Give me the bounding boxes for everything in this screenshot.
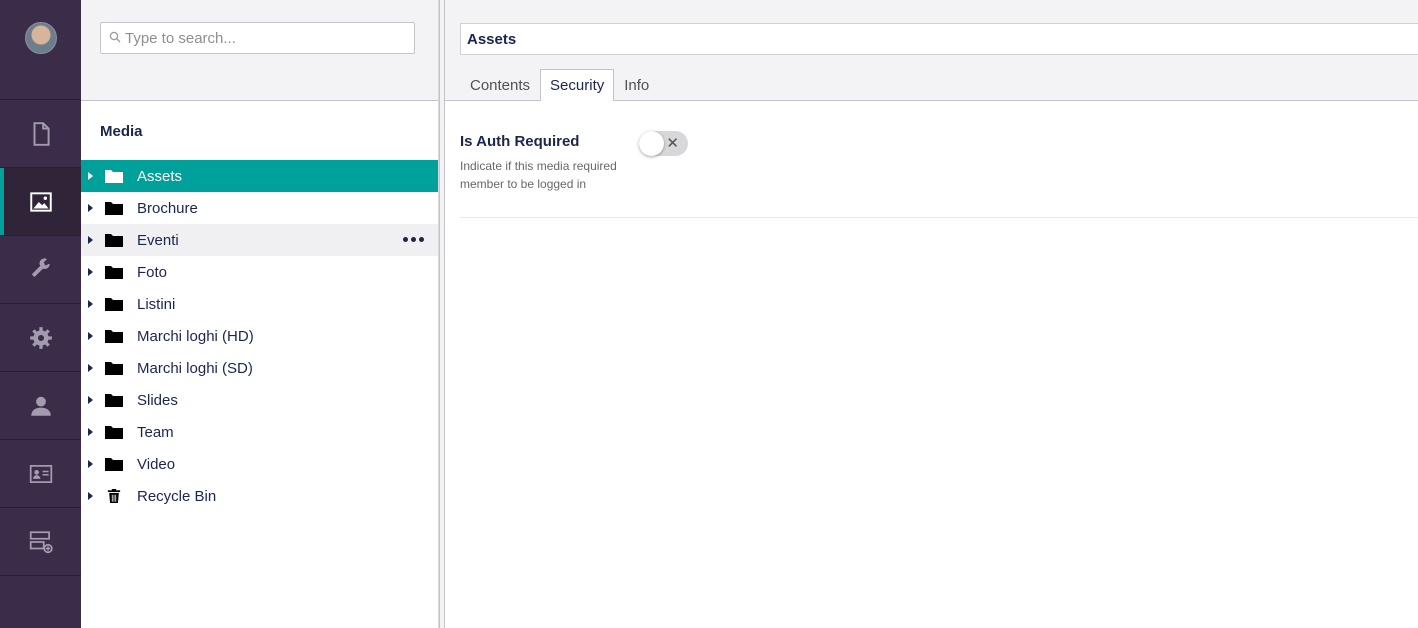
document-icon xyxy=(33,121,50,146)
property-label: Is Auth Required xyxy=(460,133,580,150)
avatar-container xyxy=(0,0,81,100)
gear-icon xyxy=(29,326,52,349)
tree-item-marchi-loghi-sd[interactable]: Marchi loghi (SD) xyxy=(81,352,438,384)
wrench-icon xyxy=(31,257,50,277)
media-name-input[interactable] xyxy=(460,23,1418,55)
nav-packages[interactable] xyxy=(0,304,81,372)
tree-item-label: Brochure xyxy=(137,199,198,217)
nav-users[interactable] xyxy=(0,372,81,440)
expand-caret-icon[interactable] xyxy=(88,300,93,308)
auth-required-toggle[interactable]: ✕ xyxy=(639,131,688,156)
tree-item-label: Video xyxy=(137,455,176,473)
tree-item-label: Marchi loghi (HD) xyxy=(137,327,254,345)
avatar[interactable] xyxy=(24,22,57,54)
folder-icon xyxy=(105,266,123,279)
expand-caret-icon[interactable] xyxy=(88,492,93,500)
editor-tabs: Contents Security Info xyxy=(460,69,659,101)
folder-icon xyxy=(105,394,123,407)
editor-panel: Contents Security Info Is Auth Required … xyxy=(445,0,1418,628)
nav-content[interactable] xyxy=(0,100,81,168)
trash-icon xyxy=(107,489,121,503)
tab-security[interactable]: Security xyxy=(540,69,615,101)
tree-item-marchi-loghi-hd[interactable]: Marchi loghi (HD) xyxy=(81,320,438,352)
nav-settings[interactable] xyxy=(0,236,81,304)
expand-caret-icon[interactable] xyxy=(88,396,93,404)
expand-caret-icon[interactable] xyxy=(88,364,93,372)
expand-caret-icon[interactable] xyxy=(88,172,93,180)
expand-caret-icon[interactable] xyxy=(88,428,93,436)
tree-item-foto[interactable]: Foto xyxy=(81,256,438,288)
expand-caret-icon[interactable] xyxy=(88,460,93,468)
tree-item-label: Recycle Bin xyxy=(137,487,217,505)
tree-item-slides[interactable]: Slides xyxy=(81,384,438,416)
folder-icon xyxy=(105,362,123,375)
tree-item-assets[interactable]: Assets xyxy=(81,160,438,192)
id-card-icon xyxy=(29,464,52,483)
tree-item-video[interactable]: Video xyxy=(81,448,438,480)
tree-item-recycle-bin[interactable]: Recycle Bin xyxy=(81,480,438,512)
property-is-auth-required: Is Auth Required Indicate if this media … xyxy=(460,101,1418,218)
close-icon: ✕ xyxy=(666,135,679,152)
nav-media[interactable] xyxy=(0,168,81,236)
tree-item-label: Assets xyxy=(137,167,183,185)
expand-caret-icon[interactable] xyxy=(88,332,93,340)
form-icon xyxy=(29,530,53,553)
app-root: Media Assets Brochure Eventi Foto Listin… xyxy=(0,0,1418,628)
folder-icon xyxy=(105,330,123,343)
section-nav xyxy=(0,0,81,628)
tree-item-label: Slides xyxy=(137,391,178,409)
more-actions-icon[interactable] xyxy=(403,237,424,242)
tree-item-brochure[interactable]: Brochure xyxy=(81,192,438,224)
tree-item-eventi[interactable]: Eventi xyxy=(81,224,438,256)
image-icon xyxy=(29,191,52,212)
toggle-knob xyxy=(639,131,664,156)
search-input[interactable] xyxy=(125,23,410,53)
nav-forms[interactable] xyxy=(0,508,81,576)
tree-item-listini[interactable]: Listini xyxy=(81,288,438,320)
search-box[interactable] xyxy=(100,22,415,54)
folder-icon xyxy=(105,458,123,471)
search-icon xyxy=(109,31,121,43)
folder-icon xyxy=(105,234,123,247)
expand-caret-icon[interactable] xyxy=(88,204,93,212)
folder-icon xyxy=(105,170,123,183)
folder-icon xyxy=(105,298,123,311)
tab-contents[interactable]: Contents xyxy=(460,69,540,100)
user-icon xyxy=(30,396,51,416)
expand-caret-icon[interactable] xyxy=(88,268,93,276)
nav-members[interactable] xyxy=(0,440,81,508)
tree-item-label: Team xyxy=(137,423,174,441)
property-description: Indicate if this media required member t… xyxy=(460,159,617,191)
tree-item-label: Eventi xyxy=(137,231,179,249)
tree-title[interactable]: Media xyxy=(81,101,438,160)
folder-icon xyxy=(105,426,123,439)
tree-item-label: Foto xyxy=(137,263,168,281)
expand-caret-icon[interactable] xyxy=(88,236,93,244)
tree-item-label: Listini xyxy=(137,295,176,313)
tree-item-label: Marchi loghi (SD) xyxy=(137,359,253,377)
tab-info[interactable]: Info xyxy=(614,69,659,100)
tree-item-team[interactable]: Team xyxy=(81,416,438,448)
tree-header xyxy=(81,0,438,101)
folder-icon xyxy=(105,202,123,215)
media-tree-panel: Media Assets Brochure Eventi Foto Listin… xyxy=(81,0,439,628)
editor-header: Contents Security Info xyxy=(445,0,1418,101)
